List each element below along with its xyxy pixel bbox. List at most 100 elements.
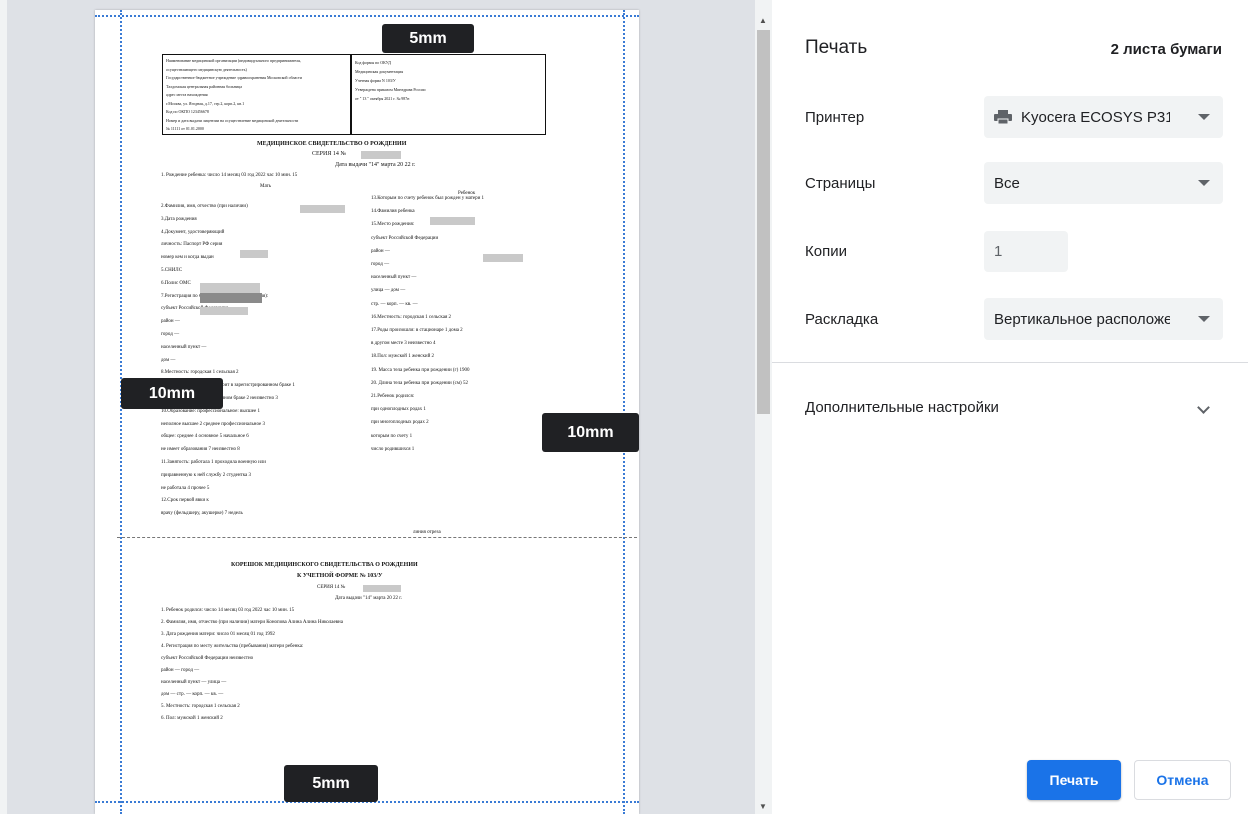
stub-series: СЕРИЯ 14 № <box>317 585 346 590</box>
expand-chevron-icon[interactable] <box>1197 401 1210 414</box>
right-col-line: число родившихся 1 <box>371 446 415 452</box>
stub-redacted-number <box>363 585 401 592</box>
chevron-down-icon <box>1198 316 1210 322</box>
pages-value: Все <box>994 174 1020 192</box>
print-button[interactable]: Печать <box>1027 760 1121 800</box>
left-col-line: неполное высшее 2 среднее профессиональн… <box>161 421 266 427</box>
top-margin-tooltip: 5mm <box>382 24 474 53</box>
scroll-thumb[interactable] <box>757 30 770 414</box>
stub-subtitle: К УЧЕТНОЙ ФОРМЕ № 103/У <box>297 573 383 579</box>
right-col-line: при одноплодных родах 1 <box>371 407 426 413</box>
left-col-line: 2.Фамилия, имя, отчество (при наличии) <box>161 204 248 209</box>
stub-col-line: 3. Дата рождения матери: число 01 месяц … <box>161 632 275 637</box>
panel-divider <box>772 362 1248 363</box>
redacted-number <box>361 151 401 159</box>
right-col-line: 18.Пол: мужской 1 женский 2 <box>371 354 434 360</box>
printer-icon <box>994 110 1012 124</box>
right-col-line: при многоплодных родах 2 <box>371 420 429 426</box>
printer-value: Kyocera ECOSYS P315 <box>1021 108 1182 126</box>
layout-select[interactable]: Вертикальное расположе <box>984 298 1223 340</box>
hdr-left-line: Наименование медицинской организации (ин… <box>166 58 302 63</box>
hdr-left-line: адрес места нахождения <box>166 92 208 97</box>
hdr-left-line: Код по ОКПО 123456678 <box>166 109 209 114</box>
right-col-line: 17.Роды произошли: в стационаре 1 дома 2 <box>371 328 463 333</box>
stub-title: КОРЕШОК МЕДИЦИНСКОГО СВИДЕТЕЛЬСТВА О РОЖ… <box>231 562 418 568</box>
right-col-line: 14.Фамилия ребенка <box>371 209 415 215</box>
right-col-line: стр. — корп. — кв. — <box>371 301 418 307</box>
right-col-line: субъект Российской Федерации <box>371 235 439 241</box>
form-header-box <box>351 54 546 135</box>
right-margin-guide[interactable] <box>623 10 625 814</box>
hdr-right-line: Медицинская документация <box>355 69 404 74</box>
cut-line-label: линия отреза <box>413 530 441 535</box>
stub-col-line: 6. Пол: мужской 1 женский 2 <box>161 716 223 721</box>
hdr-left-line: Государственное бюджетное учреждение здр… <box>166 75 302 80</box>
preview-scrollbar[interactable]: ▲ ▼ <box>755 0 772 814</box>
bottom-margin-tooltip: 5mm <box>284 765 378 802</box>
cut-line <box>117 537 637 538</box>
left-col-line: 10.Образование: профессиональное: высшее… <box>161 408 260 414</box>
preview-edge <box>0 0 7 814</box>
stub-col-line: 2. Фамилия, имя, отчество (при наличии) … <box>161 620 343 625</box>
left-col-line: 11.Занятость: работала 1 проходила военн… <box>161 460 266 465</box>
hdr-right-line: Учетная форма N 103/У <box>355 78 396 83</box>
document-title: МЕДИЦИНСКОЕ СВИДЕТЕЛЬСТВО О РОЖДЕНИИ <box>257 141 407 147</box>
left-col-line: не имеет образования 7 неизвестно 8 <box>161 447 240 453</box>
right-col-line: в другом месте 3 неизвестно 4 <box>371 341 436 347</box>
redacted-name <box>300 205 345 213</box>
stub-col-line: 5. Местность: городская 1 сельская 2 <box>161 704 240 709</box>
right-margin-tooltip: 10mm <box>542 413 639 452</box>
sheet-count: 2 листа бумаги <box>1110 41 1222 58</box>
stub-col-line: 4. Регистрация по месту жительства (преб… <box>161 644 304 649</box>
document-series: СЕРИЯ 14 № <box>312 151 347 157</box>
pages-select[interactable]: Все <box>984 162 1223 204</box>
left-col-line: населенный пункт — <box>161 344 207 350</box>
left-margin-guide[interactable] <box>120 10 122 814</box>
layout-value: Вертикальное расположе <box>994 310 1173 328</box>
left-col-line: личность: Паспорт РФ серия <box>161 242 223 248</box>
right-col-line: район — <box>371 248 390 254</box>
hdr-right-line: Утверждена приказом Минздрава России <box>355 87 426 92</box>
hdr-left-line: № 11111 от 01.01.2000 <box>166 126 204 131</box>
left-margin-tooltip: 10mm <box>121 378 223 409</box>
stub-col-line: субъект Российской Федерации неизвестно <box>161 656 254 661</box>
left-col-line: 6.Полис ОМС <box>161 280 191 286</box>
copies-value: 1 <box>994 243 1003 260</box>
stub-col-line: 1. Ребенок родился: число 14 месяц 03 го… <box>161 608 295 613</box>
left-col-line: не работала 4 прочее 5 <box>161 485 210 491</box>
left-col-line: 8.Местность: городская 1 сельская 2 <box>161 370 239 376</box>
hdr-right-line: от " 13 " октября 2021 г. № 987н <box>355 96 410 101</box>
stub-col-line: дом — стр. — корп. — кв. — <box>161 692 224 697</box>
right-col-line: 20. Длина тела ребенка при рождении (см)… <box>371 380 468 386</box>
birth-line: 1. Рождение ребенка: число 14 месяц 03 г… <box>161 173 298 178</box>
left-col-line: 3.Дата рождения <box>161 216 197 222</box>
issue-date: Дата выдачи "14" марта 20 22 г. <box>335 162 416 168</box>
scroll-down-arrow[interactable]: ▼ <box>759 802 767 811</box>
hdr-left-line: Номер и дата выдачи лицензии на осуществ… <box>166 117 299 123</box>
cancel-button[interactable]: Отмена <box>1134 760 1231 800</box>
right-col-line: населенный пункт — <box>371 275 417 281</box>
hdr-left-line: Талдомская центральная районная больница <box>166 83 242 89</box>
copies-label: Копии <box>805 243 847 260</box>
panel-title: Печать <box>805 37 868 58</box>
hdr-left-line: осуществляющего медицинскую деятельность… <box>166 66 247 72</box>
left-col-line: общее: среднее 4 основное 5 начальное 6 <box>161 434 249 440</box>
top-margin-guide[interactable] <box>95 15 639 17</box>
preview-page: Наименование медицинской организации (ин… <box>95 10 639 814</box>
stub-issue-date: Дата выдачи "14" марта 20 22 г. <box>335 596 403 601</box>
right-col-line: улица — дом — <box>371 288 406 294</box>
redacted-region <box>483 254 523 262</box>
printer-label: Принтер <box>805 109 865 126</box>
print-settings-panel: Печать 2 листа бумаги Принтер Kyocera EC… <box>772 0 1248 814</box>
printer-select[interactable]: Kyocera ECOSYS P315 <box>984 96 1223 138</box>
redacted-issuer <box>200 283 260 293</box>
copies-input[interactable]: 1 <box>984 231 1068 272</box>
right-col-line: 13.Которым по счету ребенок был рожден у… <box>371 196 485 201</box>
right-col-line: 21.Ребенок родился: <box>371 394 415 399</box>
redacted-passport <box>240 250 268 258</box>
left-col-line: врачу (фельдшеру, акушерке) 7 недель <box>161 511 243 517</box>
left-col-line: город — <box>161 332 180 337</box>
left-col-line: приравненную к ней службу 2 студентка 3 <box>161 472 252 478</box>
scroll-up-arrow[interactable]: ▲ <box>759 16 767 25</box>
more-settings-toggle[interactable]: Дополнительные настройки <box>805 399 999 416</box>
